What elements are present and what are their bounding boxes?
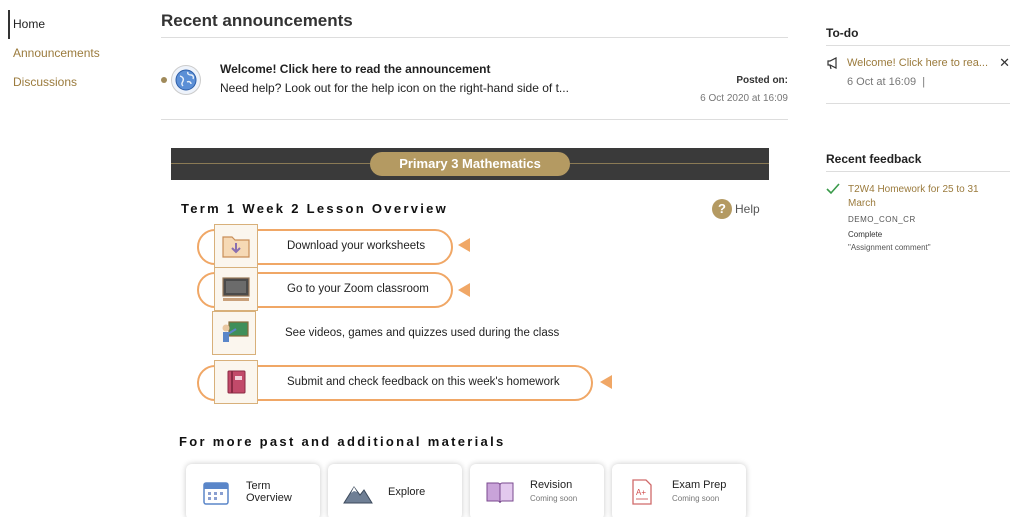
todo-date: 6 Oct at 16:09 | [847, 76, 925, 88]
card-subtitle: Coming soon [672, 494, 720, 503]
card-title: Explore [388, 486, 426, 498]
feedback-course-code: DEMO_CON_CR [848, 215, 916, 224]
course-title-pill[interactable]: Primary 3 Mathematics [370, 152, 570, 176]
pointer-arrow [458, 238, 470, 252]
card-term-overview[interactable]: Term Overview [186, 464, 320, 517]
svg-text:A+: A+ [636, 488, 646, 497]
announcements-heading: Recent announcements [161, 10, 788, 38]
card-title: Revision [530, 479, 573, 491]
card-revision[interactable]: Revision Coming soon [470, 464, 604, 517]
card-subtitle: Coming soon [530, 494, 578, 503]
announcement-title[interactable]: Welcome! Click here to read the announce… [220, 62, 491, 76]
lesson-item-worksheets[interactable]: Download your worksheets [197, 224, 453, 268]
todo-separator: | [922, 76, 926, 88]
open-book-icon [484, 476, 516, 508]
lesson-item-label: Go to your Zoom classroom [287, 283, 429, 295]
globe-icon [171, 65, 201, 95]
right-sidebar: To-do Welcome! Click here to rea... 6 Oc… [826, 0, 1010, 252]
card-title-line2: Overview [246, 492, 292, 504]
feedback-link[interactable]: T2W4 Homework for 25 to 31 March [848, 183, 998, 211]
card-title: Exam Prep [672, 479, 727, 491]
feedback-heading: Recent feedback [826, 150, 1010, 172]
lesson-item-homework[interactable]: Submit and check feedback on this week's… [197, 360, 593, 404]
lesson-item-label: Download your worksheets [287, 240, 426, 252]
more-materials-title: For more past and additional materials [179, 434, 506, 449]
folder-download-icon [214, 224, 258, 268]
card-title: Term [246, 480, 271, 492]
card-explore[interactable]: Explore [328, 464, 462, 517]
unread-dot [161, 77, 167, 83]
posted-date: 6 Oct 2020 at 16:09 [700, 93, 788, 104]
main-content: Recent announcements Welcome! Click here… [161, 0, 788, 517]
computer-screen-icon [214, 267, 258, 311]
calendar-icon [200, 476, 232, 508]
lesson-item-videos[interactable]: See videos, games and quizzes used durin… [197, 311, 617, 355]
help-label: Help [735, 202, 760, 216]
nav-item-discussions[interactable]: Discussions [0, 68, 140, 97]
todo-item[interactable]: Welcome! Click here to rea... 6 Oct at 1… [826, 46, 1010, 104]
announcement-snippet: Need help? Look out for the help icon on… [220, 81, 569, 95]
teacher-board-icon [212, 311, 256, 355]
lesson-overview-title: Term 1 Week 2 Lesson Overview [181, 201, 449, 216]
course-banner: Primary 3 Mathematics [171, 148, 769, 180]
todo-date-text: 6 Oct at 16:09 [847, 76, 917, 88]
feedback-status: Complete [848, 230, 883, 239]
help-icon: ? [712, 199, 732, 219]
feedback-comment: "Assignment comment" [848, 243, 931, 252]
pointer-arrow [458, 283, 470, 297]
todo-heading: To-do [826, 24, 1010, 46]
help-button[interactable]: ? Help [712, 199, 760, 219]
checkmark-icon [826, 182, 840, 200]
nav-item-announcements[interactable]: Announcements [0, 39, 140, 68]
pointer-arrow [600, 375, 612, 389]
megaphone-icon [826, 56, 840, 75]
todo-link[interactable]: Welcome! Click here to rea... [847, 57, 988, 69]
close-icon[interactable]: ✕ [999, 55, 1010, 71]
lesson-item-zoom[interactable]: Go to your Zoom classroom [197, 267, 453, 311]
exam-paper-icon: A+ [626, 476, 658, 508]
homework-book-icon [214, 360, 258, 404]
announcement-row[interactable]: Welcome! Click here to read the announce… [161, 38, 788, 120]
card-exam-prep[interactable]: A+ Exam Prep Coming soon [612, 464, 746, 517]
lesson-item-label: See videos, games and quizzes used durin… [285, 327, 560, 339]
left-navigation: Home Announcements Discussions [0, 10, 140, 97]
posted-label: Posted on: [736, 75, 788, 86]
nav-item-home[interactable]: Home [8, 10, 140, 39]
lesson-item-label: Submit and check feedback on this week's… [287, 376, 560, 388]
mountain-icon [342, 476, 374, 508]
